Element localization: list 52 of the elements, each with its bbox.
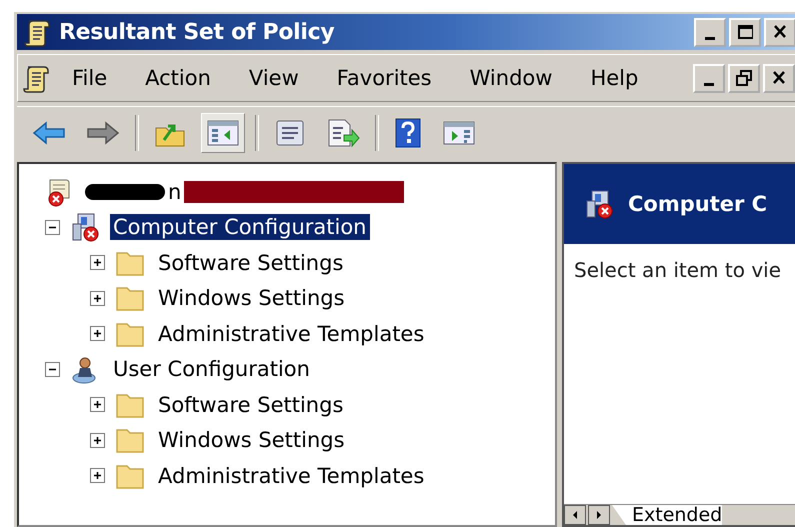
tree-item[interactable]: User Configuration <box>110 356 313 382</box>
computer-error-icon <box>584 189 614 219</box>
minimize-icon <box>705 36 715 40</box>
action-pane-icon <box>442 119 476 147</box>
window-title: Resultant Set of Policy <box>59 20 336 44</box>
expand-toggle[interactable] <box>90 326 105 342</box>
minimize-button[interactable] <box>694 18 726 46</box>
tree-item[interactable]: Administrative Templates <box>155 462 428 489</box>
view-tab[interactable]: Extended <box>612 505 722 525</box>
tree-item[interactable]: Software Settings <box>155 250 346 276</box>
computer-error-icon <box>70 212 100 242</box>
menu-item[interactable]: View <box>228 66 317 90</box>
detail-message: Select an item to vie <box>573 257 782 282</box>
maximize-icon <box>737 24 753 40</box>
expand-toggle[interactable] <box>90 432 105 448</box>
tree-item[interactable]: n <box>165 178 184 205</box>
restore-button[interactable] <box>728 64 760 92</box>
close-icon <box>772 24 788 40</box>
restore-icon <box>736 70 752 86</box>
collapse-toggle[interactable] <box>45 362 60 377</box>
console-tree-button[interactable] <box>201 113 245 153</box>
tree-item[interactable]: Software Settings <box>155 392 346 418</box>
collapse-toggle[interactable] <box>45 220 60 235</box>
right-arrow-icon <box>594 509 604 521</box>
menu-item[interactable]: Window <box>450 66 570 90</box>
forward-arrow-icon <box>86 120 120 146</box>
maximize-button[interactable] <box>729 18 761 46</box>
close-icon <box>771 70 787 86</box>
minimize-icon <box>704 82 714 86</box>
expand-toggle[interactable] <box>90 397 105 412</box>
minimize-button[interactable] <box>693 64 725 92</box>
back-arrow-icon <box>32 120 66 146</box>
detail-title: Computer C <box>628 192 768 216</box>
tree-item[interactable]: Windows Settings <box>155 285 348 312</box>
expand-toggle[interactable] <box>90 255 105 270</box>
scroll-right-button[interactable] <box>588 505 610 525</box>
close-button[interactable] <box>763 64 795 92</box>
expand-toggle[interactable] <box>90 290 105 306</box>
close-button[interactable] <box>764 18 795 46</box>
help-icon <box>394 117 422 149</box>
tree-item[interactable]: Windows Settings <box>155 427 348 454</box>
tree-item[interactable]: Administrative Templates <box>155 320 428 347</box>
properties-icon <box>274 118 306 148</box>
menu-item[interactable]: File <box>52 66 126 90</box>
scroll-left-button[interactable] <box>564 505 586 525</box>
tree-item[interactable]: Computer Configuration <box>110 214 370 240</box>
menu-item[interactable]: Action <box>125 66 229 90</box>
console-tree-icon <box>206 118 240 148</box>
menu-item[interactable]: Favorites <box>316 66 450 90</box>
export-list-icon <box>326 118 360 148</box>
expand-toggle[interactable] <box>90 468 105 484</box>
menu-item[interactable]: Help <box>570 66 656 90</box>
